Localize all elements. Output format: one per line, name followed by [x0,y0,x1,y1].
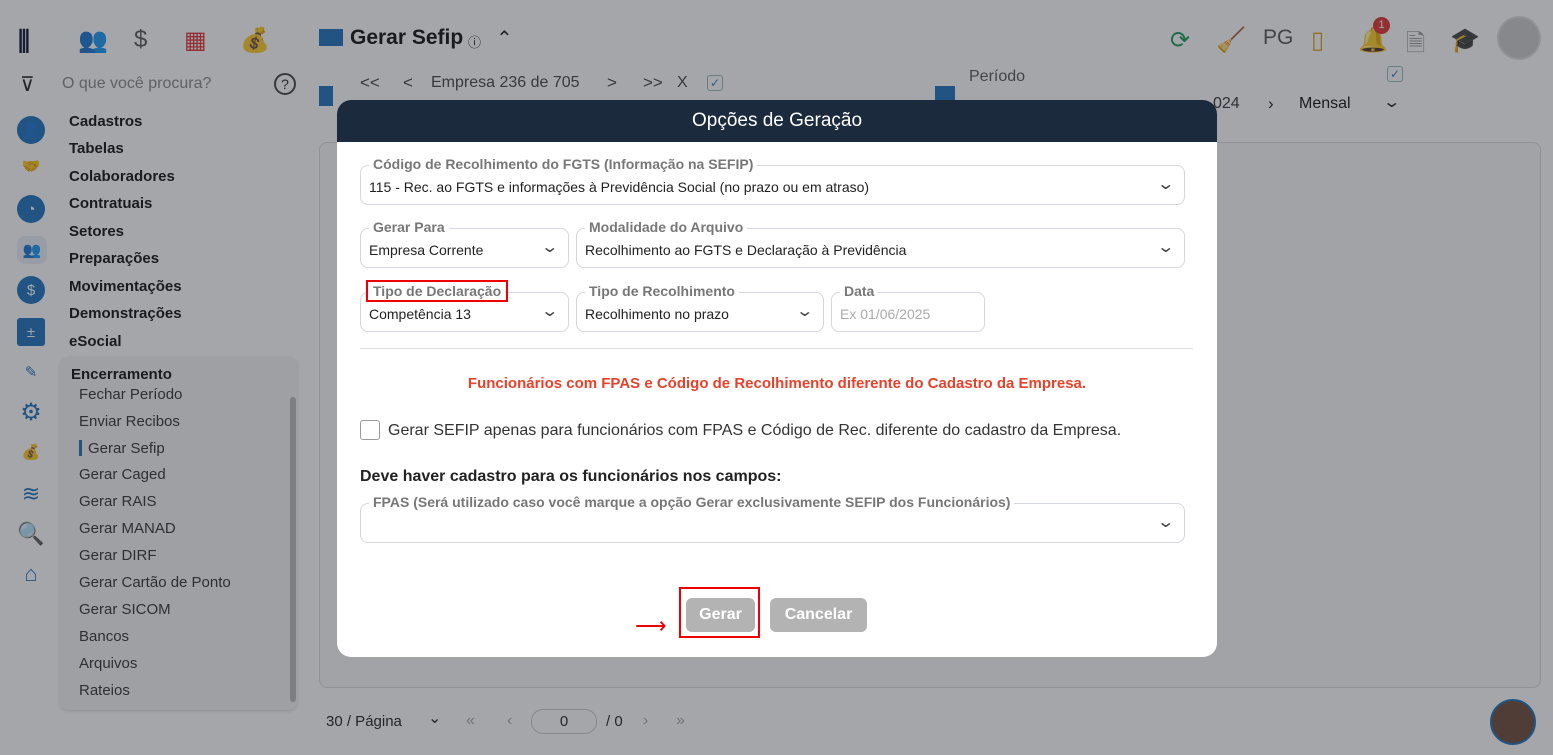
gerar-para-select[interactable]: Gerar Para Empresa Corrente ⌄ [360,219,569,268]
arrow-annotation: ⟶ [635,613,667,638]
chevron-down-icon: ⌄ [1155,176,1175,193]
field-label: Tipo de Recolhimento [585,283,739,299]
field-value: Competência 13 [369,306,471,322]
chevron-down-icon: ⌄ [1155,239,1175,256]
chevron-down-icon: ⌄ [1155,514,1175,531]
field-value: Recolhimento ao FGTS e Declaração à Prev… [585,242,907,258]
codigo-recolhimento-select[interactable]: Código de Recolhimento do FGTS (Informaç… [360,156,1185,205]
chevron-down-icon: ⌄ [539,303,559,320]
field-label: Data [840,283,879,299]
dialog-title: Opções de Geração [337,100,1217,142]
warning-text: Funcionários com FPAS e Código de Recolh… [467,375,1087,392]
field-label: Modalidade do Arquivo [585,219,748,235]
fpas-select[interactable]: FPAS (Será utilizado caso você marque a … [360,494,1185,543]
field-value: 115 - Rec. ao FGTS e informações à Previ… [369,179,870,195]
field-label: Gerar Para [369,219,449,235]
chevron-down-icon: ⌄ [794,303,814,320]
divider [360,348,1193,349]
gerar-button[interactable]: Gerar [686,598,755,632]
section-title: Deve haver cadastro para os funcionários… [360,468,782,485]
field-value: Empresa Corrente [369,242,484,258]
data-input[interactable]: Data Ex 01/06/2025 [831,283,985,332]
cancelar-button[interactable]: Cancelar [770,598,867,632]
field-label: FPAS (Será utilizado caso você marque a … [369,494,1015,510]
tipo-declaracao-select[interactable]: Tipo de Declaração Competência 13 ⌄ [360,280,569,332]
field-label: Código de Recolhimento do FGTS (Informaç… [369,156,758,172]
modalidade-select[interactable]: Modalidade do Arquivo Recolhimento ao FG… [576,219,1185,268]
tipo-recolhimento-select[interactable]: Tipo de Recolhimento Recolhimento no pra… [576,283,824,332]
fpas-only-checkbox[interactable] [360,420,380,440]
field-value: Recolhimento no prazo [585,306,729,322]
field-label: Tipo de Declaração [365,280,509,302]
checkbox-label[interactable]: Gerar SEFIP apenas para funcionários com… [388,422,1121,440]
chevron-down-icon: ⌄ [539,239,559,256]
field-placeholder: Ex 01/06/2025 [840,306,931,322]
generation-options-dialog: Opções de Geração Código de Recolhimento… [337,100,1217,657]
